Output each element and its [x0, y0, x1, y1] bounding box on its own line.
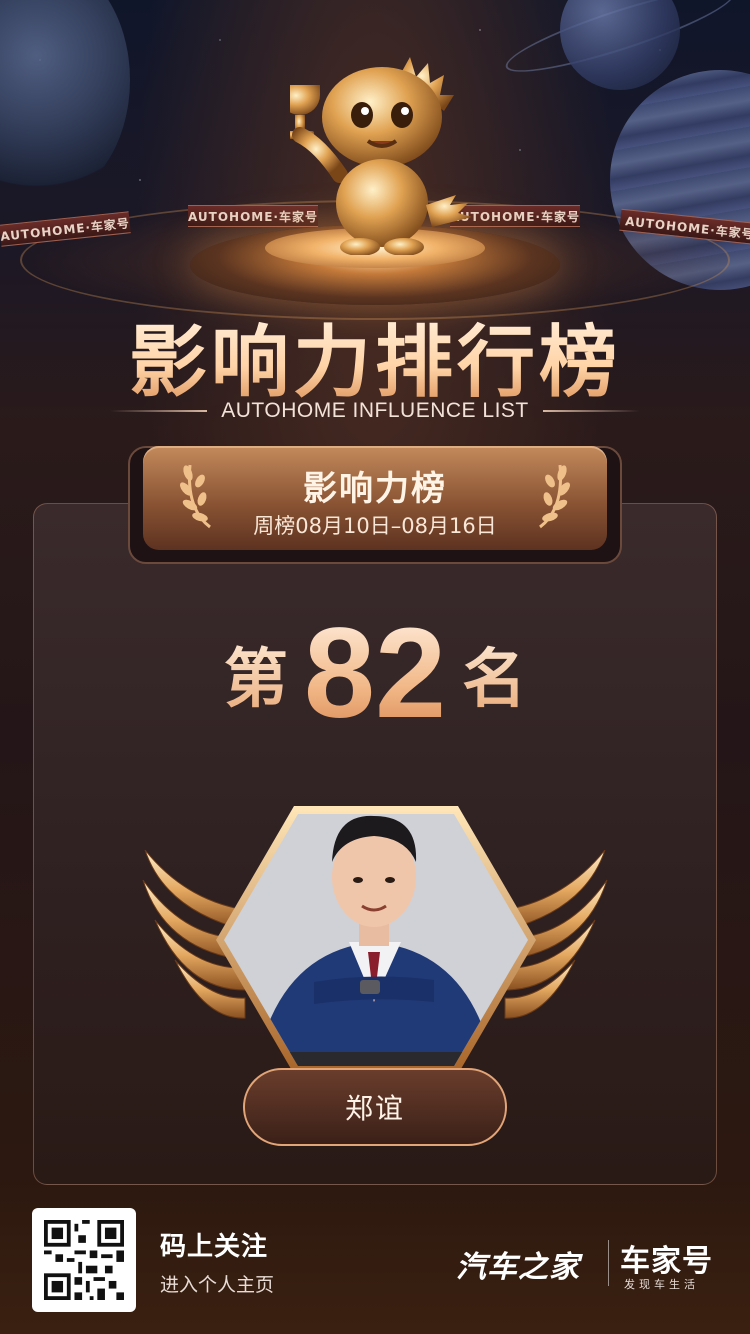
qr-code-icon [44, 1220, 124, 1300]
page-subtitle: AUTOHOME INFLUENCE LIST [221, 399, 529, 422]
qr-code[interactable] [32, 1208, 136, 1312]
divider-line [542, 410, 640, 412]
mascot-trophy-icon [290, 57, 472, 255]
avatar [224, 814, 528, 1066]
brand-divider [608, 1240, 609, 1286]
avatar-frame [216, 806, 536, 1074]
chejiahao-tagline: 发现车生活 [624, 1278, 699, 1291]
rank-display: 第 82 名 [33, 610, 717, 738]
rank-suffix: 名 [462, 628, 526, 720]
rank-number: 82 [303, 602, 447, 745]
profile-name: 郑谊 [344, 1092, 405, 1125]
follow-title: 码上关注 [160, 1232, 269, 1262]
banner-title: 影响力榜 [303, 469, 447, 509]
banner-period: 周榜08月10日–08月16日 [253, 514, 497, 538]
rank-prefix: 第 [224, 628, 288, 720]
divider-line [110, 410, 208, 412]
influence-poster: AUTOHOME·车家号 AUTOHOME·车家号 AUTOHOME·车家号 A… [0, 0, 750, 1334]
chejiahao-logo: 车家号 [620, 1244, 713, 1279]
autohome-logo: 汽车之家 [456, 1250, 580, 1285]
follow-subtitle: 进入个人主页 [160, 1274, 275, 1296]
profile-name-pill[interactable]: 郑谊 [243, 1068, 507, 1146]
subtitle-row: AUTOHOME INFLUENCE LIST [110, 396, 640, 426]
